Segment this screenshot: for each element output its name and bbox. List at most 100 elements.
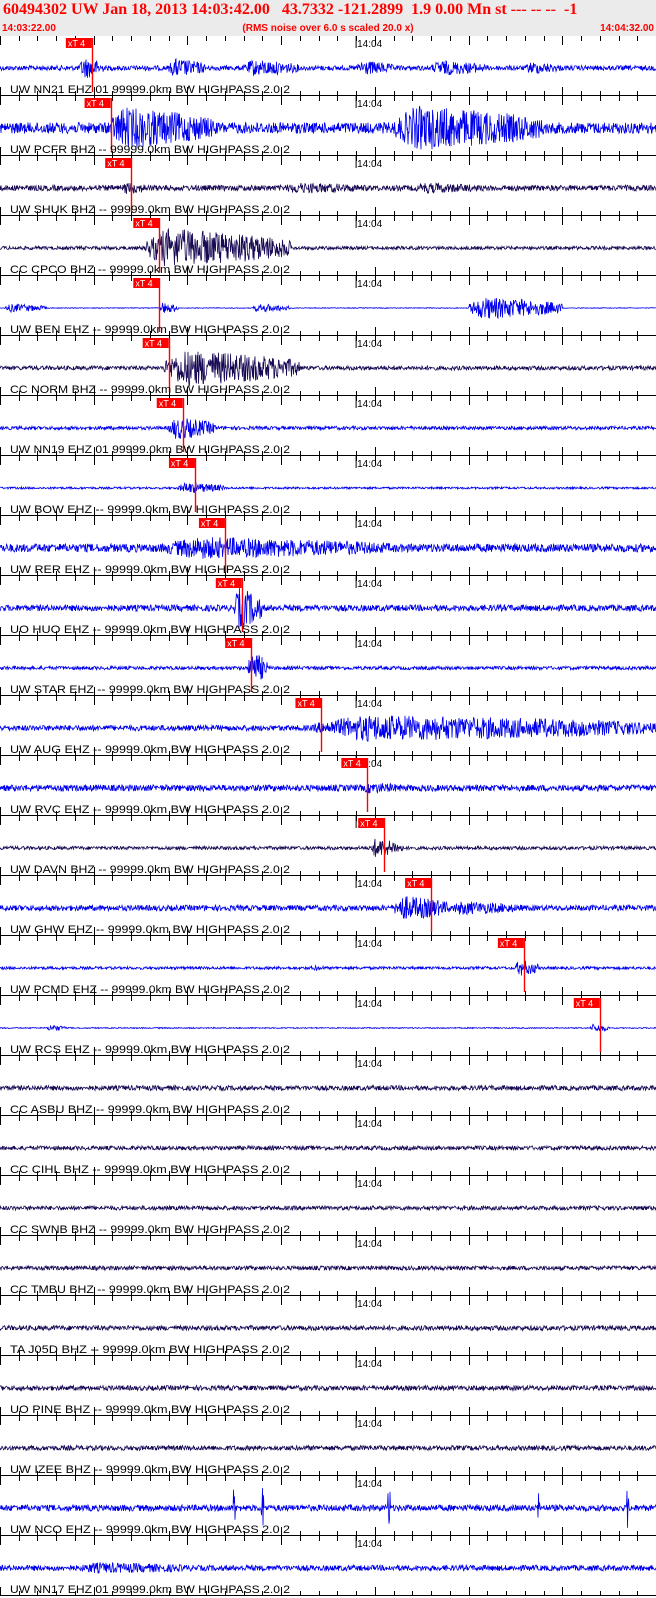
waveform: [0, 1444, 656, 1452]
waveform: [0, 351, 656, 387]
station-label: CC ASBU BHZ -- 99999.0km BW HIGHPASS 2.0…: [10, 1104, 290, 1116]
station-label: CC CPCO BHZ -- 99999.0km BW HIGHPASS 2.0…: [10, 264, 290, 276]
end-time: 14:04:32.00: [600, 23, 654, 34]
station-label: UW RER EHZ -- 99999.0km BW HIGHPASS 2.0 …: [10, 564, 290, 576]
minute-label: 14:04: [357, 1359, 382, 1370]
pick-label: xT 4: [227, 639, 244, 649]
minute-label: 14:04: [357, 1179, 382, 1190]
waveform: [0, 960, 656, 976]
station-label: UW NN21 EHZ 01 99999.0km BW HIGHPASS 2.0…: [10, 84, 290, 96]
waveform: [0, 227, 656, 267]
minute-label: 14:04: [357, 1539, 382, 1550]
pick-label: xT 4: [297, 699, 314, 709]
trace-panel: 14:04 xT 4 UW SHUK BHZ -- 99999.0km BW HIG…: [0, 156, 656, 216]
station-label: UW AUG EHZ -- 99999.0km BW HIGHPASS 2.0 …: [10, 744, 290, 756]
pick-label: xT 4: [407, 879, 424, 889]
waveform: [0, 1084, 656, 1092]
station-label: CC CIHL BHZ -- 99999.0km BW HIGHPASS 2.0…: [10, 1164, 290, 1176]
pick-label: xT 4: [576, 999, 593, 1009]
trace-panel: 14:04 CC TMBU BHZ -- 99999.0km BW HIGHPAS…: [0, 1236, 656, 1296]
waveform: [0, 57, 656, 78]
minute-label: 14:04: [357, 159, 382, 170]
trace-panel: 14:04 xT 4 CC NORM BHZ -- 99999.0km BW HIG…: [0, 336, 656, 396]
trace-panel: 14:04 xT 4 CC CPCO BHZ -- 99999.0km BW HIG…: [0, 216, 656, 276]
trace-panel: 14:04xT 4UW RVC EHZ -- 99999.0km BW HIGH…: [0, 756, 656, 816]
minute-label: 14:04: [357, 579, 382, 590]
waveform: [0, 105, 656, 150]
waveform: [0, 715, 656, 742]
station-label: UW IZEE BHZ -- 99999.0km BW HIGHPASS 2.0…: [10, 1464, 290, 1476]
trace-panel: 14:04 UO PINE BHZ -- 99999.0km BW HIGHPAS…: [0, 1356, 656, 1416]
trace-panel: 14:04 CC SWNB BHZ -- 99999.0km BW HIGHPAS…: [0, 1176, 656, 1236]
waveform: [0, 1487, 656, 1528]
station-label: CC SWNB BHZ -- 99999.0km BW HIGHPASS 2.0…: [10, 1224, 290, 1236]
waveform: [0, 896, 656, 920]
seismogram-plot: 14:04 xT 4 UW NN21 EHZ 01 99999.0km BW HIG…: [0, 36, 656, 1596]
minute-label: 14:04: [357, 1059, 382, 1070]
pick-label: xT 4: [135, 279, 152, 289]
trace-panel: 14:04 xT 4 UW GHW EHZ -- 99999.0km BW HIGH…: [0, 876, 656, 936]
station-label: UW RCS EHZ -- 99999.0km BW HIGHPASS 2.0 …: [10, 1044, 290, 1056]
station-label: UW PCFR BHZ -- 99999.0km BW HIGHPASS 2.0…: [10, 144, 290, 156]
station-label: UW RVC EHZ -- 99999.0km BW HIGHPASS 2.0 …: [10, 804, 290, 816]
minute-label: 14:04: [357, 219, 382, 230]
waveform: [0, 1384, 656, 1392]
pick-label: xT 4: [68, 39, 85, 49]
trace-panel: 14:04 CC ASBU BHZ -- 99999.0km BW HIGHPAS…: [0, 1056, 656, 1116]
trace-panel: 14:04 UW NN17 EHZ 01 99999.0km BW HIGHPAS…: [0, 1536, 656, 1596]
trace-panel: 14:04 xT 4 UW NN19 EHZ 01 99999.0km BW HIG…: [0, 396, 656, 456]
rms-note: (RMS noise over 6.0 s scaled 20.0 x): [242, 23, 414, 34]
minute-label: 14:04: [357, 1299, 382, 1310]
waveform: [0, 1561, 656, 1574]
waveform: [0, 482, 656, 493]
trace-panel: 14:04 CC CIHL BHZ -- 99999.0km BW HIGHPAS…: [0, 1116, 656, 1176]
minute-label: 14:04: [357, 99, 382, 110]
waveform: [0, 536, 656, 559]
pick-label: xT 4: [87, 99, 104, 109]
station-label: UW BOW EHZ -- 99999.0km BW HIGHPASS 2.0 …: [10, 504, 290, 516]
station-label: UW NN19 EHZ 01 99999.0km BW HIGHPASS 2.0…: [10, 444, 290, 456]
trace-panel: 14:04 xT 4 UW PCFR BHZ -- 99999.0km BW HIG…: [0, 96, 656, 156]
trace-panel: 14:04 xT 4 UW NN21 EHZ 01 99999.0km BW HIG…: [0, 36, 656, 96]
station-label: UW DAVN BHZ -- 99999.0km BW HIGHPASS 2.0…: [10, 864, 290, 876]
pick-label: xT 4: [107, 159, 124, 169]
minute-label: 14:04: [357, 639, 382, 650]
minute-label: 14:04: [357, 399, 382, 410]
station-label: UW BEN EHZ -- 99999.0km BW HIGHPASS 2.0 …: [10, 324, 290, 336]
waveform: [0, 1023, 656, 1032]
pick-label: xT 4: [171, 459, 188, 469]
station-label: UW PCMD EHZ -- 99999.0km BW HIGHPASS 2.0…: [10, 984, 290, 996]
trace-panel: 14:04 UW IZEE BHZ -- 99999.0km BW HIGHPAS…: [0, 1416, 656, 1476]
pick-label: xT 4: [500, 939, 517, 949]
minute-label: 14:04: [357, 519, 382, 530]
minute-label: 14:04: [357, 1419, 382, 1430]
minute-label: 14:04: [357, 1479, 382, 1490]
trace-panel: 14:04 xT 4 UW AUG EHZ -- 99999.0km BW HIGH…: [0, 696, 656, 756]
station-label: UW NCO EHZ -- 99999.0km BW HIGHPASS 2.0 …: [10, 1524, 290, 1536]
minute-label: 14:04: [357, 1119, 382, 1130]
trace-panel: 14:04 xT 4 UW PCMD EHZ -- 99999.0km BW HIG…: [0, 936, 656, 996]
trace-panel: 14:04 xT 4 UO HUO EHZ -- 99999.0km BW HIGH…: [0, 576, 656, 636]
trace-panel: 14:04 UW NCO EHZ -- 99999.0km BW HIGHPASS…: [0, 1476, 656, 1536]
pick-label: xT 4: [201, 519, 218, 529]
waveform: [0, 1204, 656, 1212]
waveform: [0, 1324, 656, 1332]
station-label: UO HUO EHZ -- 99999.0km BW HIGHPASS 2.0 …: [10, 624, 290, 636]
pick-label: xT 4: [145, 339, 162, 349]
minute-label: 14:04: [357, 939, 382, 950]
waveform: [0, 182, 656, 195]
station-label: TA J05D BHZ -- 99999.0km BW HIGHPASS 2.0…: [10, 1344, 290, 1356]
pick-label: xT 4: [218, 579, 235, 589]
pick-label: xT 4: [343, 759, 360, 769]
station-label: CC NORM BHZ -- 99999.0km BW HIGHPASS 2.0…: [10, 384, 290, 396]
trace-panel: 14:04 xT 4 UW RCS EHZ -- 99999.0km BW HIGH…: [0, 996, 656, 1056]
waveform: [0, 297, 656, 320]
minute-label: 14:04: [357, 999, 382, 1010]
minute-label: 14:04: [357, 279, 382, 290]
station-label: UW STAR EHZ -- 99999.0km BW HIGHPASS 2.0…: [10, 684, 290, 696]
trace-panel: 14:04 xT 4 UW BOW EHZ -- 99999.0km BW HIGH…: [0, 456, 656, 516]
minute-label: 14:04: [357, 339, 382, 350]
waveform: [0, 1264, 656, 1272]
waveform: [0, 838, 656, 857]
minute-label: 14:04: [357, 879, 382, 890]
